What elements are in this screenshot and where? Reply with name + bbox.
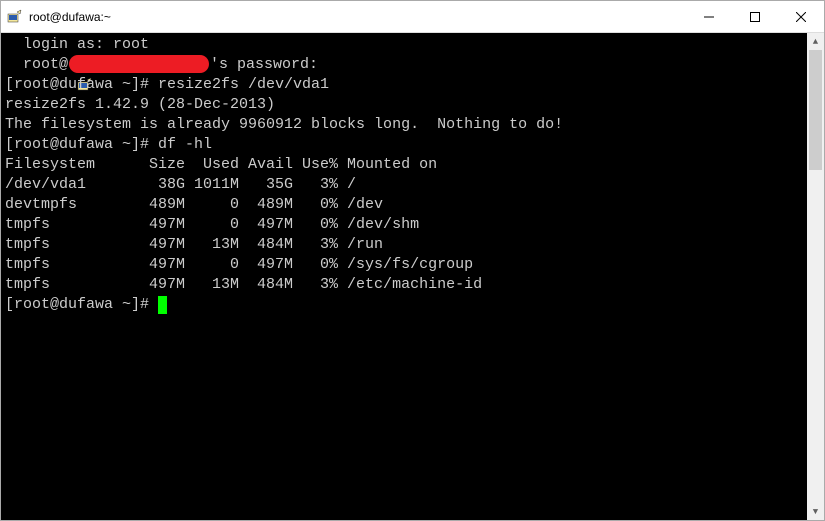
scroll-up-icon[interactable]: ▲ (807, 33, 824, 50)
redacted-hostname (69, 55, 209, 73)
password-prefix: root@ (23, 55, 68, 75)
command-text: resize2fs /dev/vda1 (158, 75, 329, 95)
cursor (158, 296, 167, 314)
prompt: [root@dufawa ~]# (5, 75, 158, 95)
prompt-line-1: [root@dufawa ~]# resize2fs /dev/vda1 (5, 75, 820, 95)
close-button[interactable] (778, 1, 824, 32)
login-user: root (113, 35, 149, 55)
password-line: root@ 's password: (5, 55, 820, 75)
putty-line-icon (5, 37, 21, 53)
minimize-button[interactable] (686, 1, 732, 32)
command-text: df -hl (158, 135, 212, 155)
window-title: root@dufawa:~ (29, 10, 686, 24)
maximize-button[interactable] (732, 1, 778, 32)
scrollbar-thumb[interactable] (809, 50, 822, 170)
titlebar[interactable]: root@dufawa:~ (1, 1, 824, 33)
password-suffix: 's password: (210, 55, 318, 75)
terminal-area[interactable]: login as: root root@ 's password: [root@d… (1, 33, 824, 520)
prompt: [root@dufawa ~]# (5, 295, 158, 315)
prompt-line-3: [root@dufawa ~]# (5, 295, 820, 315)
df-row: devtmpfs 489M 0 489M 0% /dev (5, 195, 820, 215)
df-row: tmpfs 497M 0 497M 0% /sys/fs/cgroup (5, 255, 820, 275)
putty-icon (7, 9, 23, 25)
output-line: The filesystem is already 9960912 blocks… (5, 115, 820, 135)
df-row: /dev/vda1 38G 1011M 35G 3% / (5, 175, 820, 195)
scroll-down-icon[interactable]: ▼ (807, 503, 824, 520)
prompt-line-2: [root@dufawa ~]# df -hl (5, 135, 820, 155)
df-row: tmpfs 497M 0 497M 0% /dev/shm (5, 215, 820, 235)
df-row: tmpfs 497M 13M 484M 3% /etc/machine-id (5, 275, 820, 295)
putty-window: root@dufawa:~ login as: root (0, 0, 825, 521)
login-line: login as: root (5, 35, 820, 55)
prompt: [root@dufawa ~]# (5, 135, 158, 155)
output-line: resize2fs 1.42.9 (28-Dec-2013) (5, 95, 820, 115)
login-label: login as: (23, 35, 113, 55)
df-row: tmpfs 497M 13M 484M 3% /run (5, 235, 820, 255)
window-controls (686, 1, 824, 32)
putty-line-icon (5, 57, 21, 73)
scrollbar[interactable]: ▲ ▼ (807, 33, 824, 520)
df-header: Filesystem Size Used Avail Use% Mounted … (5, 155, 820, 175)
